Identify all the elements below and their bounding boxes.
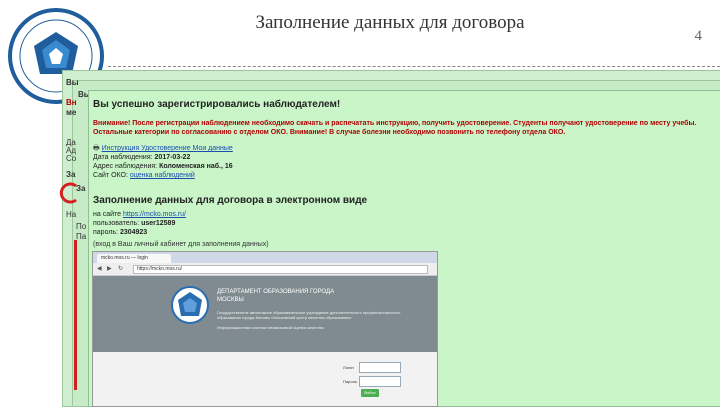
department-subtitle-text: Государственное автономное образовательн… <box>217 310 401 320</box>
login-label: пользователь: <box>93 220 140 227</box>
bg-label: Вы <box>66 78 79 87</box>
forward-icon[interactable]: ▶ <box>107 265 112 272</box>
address-bar[interactable]: https://mcko.mos.ru/ <box>133 265 428 274</box>
success-heading: Вы успешно зарегистрировались наблюдател… <box>93 99 341 110</box>
on-site-label: на сайте <box>93 211 122 218</box>
login-row: пользователь: user12589 <box>93 220 175 227</box>
bg-label: Вн <box>66 98 77 107</box>
print-icon: 🖶 <box>93 145 100 152</box>
back-icon[interactable]: ◀ <box>97 265 102 272</box>
bg-label: За <box>66 170 76 179</box>
password-value: 2304923 <box>119 229 148 236</box>
bg-label: Па <box>76 232 87 241</box>
mcko-emblem-icon <box>171 286 209 324</box>
password-label: пароль: <box>93 229 118 236</box>
department-subtitle-2: Информационная система независимой оценк… <box>217 325 324 330</box>
instruction-link[interactable]: Инструкция Удостоверение Мои данные <box>102 145 233 152</box>
address-label: Адрес наблюдения: <box>93 163 158 170</box>
browser-toolbar: ◀ ▶ ↻ https://mcko.mos.ru/ <box>93 263 437 276</box>
reload-icon[interactable]: ↻ <box>118 265 123 272</box>
contract-section-title: Заполнение данных для договора в электро… <box>93 195 368 206</box>
password-input[interactable] <box>359 376 401 387</box>
red-circle-annotation <box>59 182 77 204</box>
bg-label: На <box>66 210 77 219</box>
site-label: Сайт ОКО: <box>93 172 128 179</box>
browser-tab-strip: mcko.mos.ru — login <box>93 252 437 263</box>
date-label: Дата наблюдения: <box>93 154 153 161</box>
address-row: Адрес наблюдения: Коломенская наб., 16 <box>93 163 233 170</box>
site-row: Сайт ОКО: оценка наблюдений <box>93 172 195 179</box>
cabinet-footnote: (вход в Ваш личный кабинет для заполнени… <box>93 241 269 248</box>
warning-notice: Внимание! После регистрации наблюдением … <box>93 120 697 136</box>
login-input[interactable] <box>359 362 401 373</box>
password-field-label: Пароль <box>343 379 357 384</box>
slide-number: 4 <box>694 28 703 44</box>
bg-label: Со <box>66 154 77 163</box>
date-value: 2017-03-22 <box>154 154 191 161</box>
department-subtitle: Государственное автономное образовательн… <box>217 310 417 330</box>
slide-title: Заполнение данных для договора <box>255 12 525 33</box>
login-field-label: Логин <box>343 365 354 370</box>
title-divider <box>108 66 720 67</box>
login-submit-button[interactable]: Войти <box>361 389 379 397</box>
date-row: Дата наблюдения: 2017-03-22 <box>93 154 190 161</box>
department-title: ДЕПАРТАМЕНТ ОБРАЗОВАНИЯ ГОРОДА МОСКВЫ <box>217 289 335 303</box>
login-value: user12589 <box>141 220 176 227</box>
browser-tab[interactable]: mcko.mos.ru — login <box>97 254 171 263</box>
bg-red-strip <box>74 240 77 390</box>
password-row: пароль: 2304923 <box>93 229 147 236</box>
browser-screenshot: mcko.mos.ru — login ◀ ▶ ↻ https://mcko.m… <box>92 251 438 407</box>
address-value: Коломенская наб., 16 <box>159 163 233 170</box>
site-link[interactable]: оценка наблюдений <box>130 172 195 179</box>
contract-url-row: на сайте https://mcko.mos.ru/ <box>93 211 186 218</box>
bg-label: По <box>76 222 87 231</box>
contract-url-link[interactable]: https://mcko.mos.ru/ <box>123 211 186 218</box>
bg-label: ме <box>66 108 77 117</box>
